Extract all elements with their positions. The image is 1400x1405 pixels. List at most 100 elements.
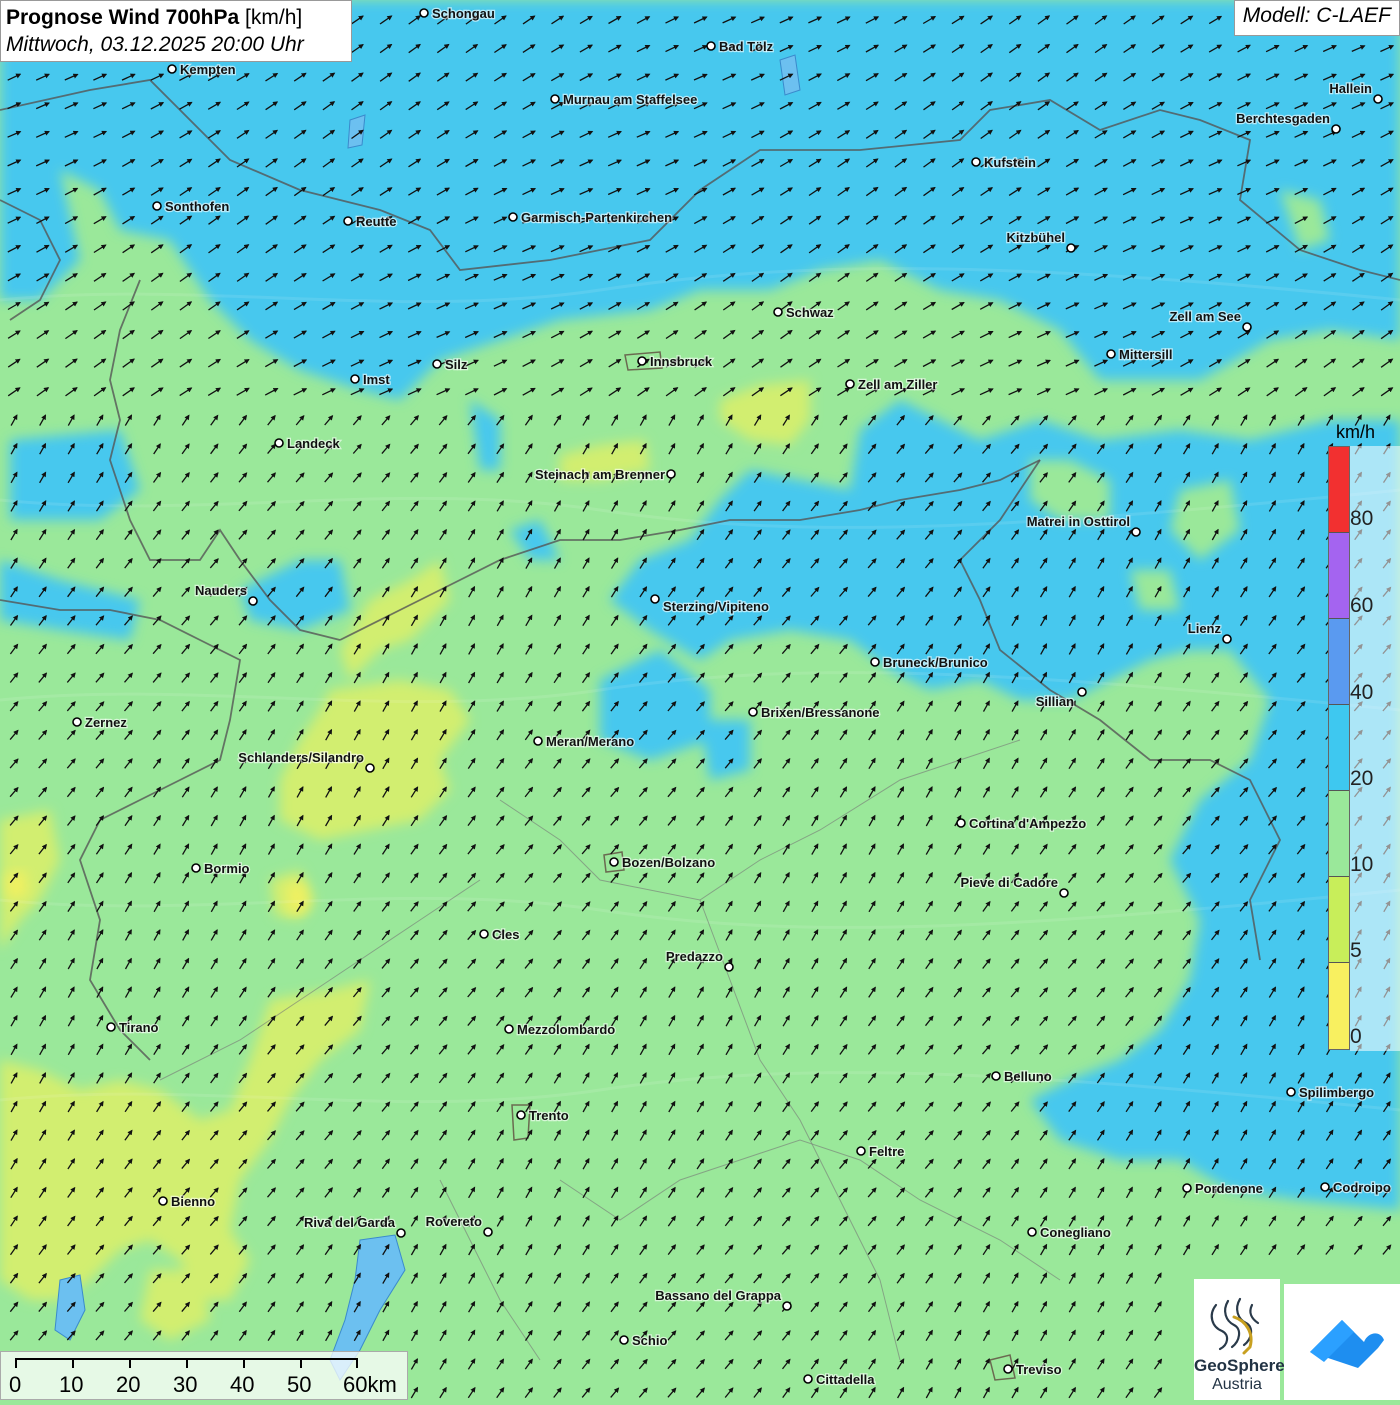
legend-label-20: 20 (1350, 767, 1374, 790)
city-marker (782, 1301, 792, 1311)
city-label: Treviso (1016, 1362, 1062, 1377)
city-label: Sterzing/Vipiteno (663, 599, 769, 614)
legend-swatch-0 (1329, 963, 1349, 1049)
scale-label-20: 20 (116, 1372, 141, 1397)
legend-label-60: 60 (1350, 594, 1374, 617)
city-marker (1242, 322, 1252, 332)
city-spilimbergo: Spilimbergo (1286, 1084, 1375, 1101)
city-garmisch-partenkirchen: Garmisch-Partenkirchen (508, 209, 673, 226)
city-label: Conegliano (1040, 1225, 1111, 1240)
city-label: Nauders (195, 583, 247, 598)
city-marker (191, 863, 201, 873)
app-logo[interactable] (1284, 1284, 1400, 1400)
legend-label-40: 40 (1350, 681, 1374, 704)
city-marker (106, 1022, 116, 1032)
city-label: Cortina d'Ampezzo (969, 816, 1086, 831)
forecast-datetime: Mittwoch, 03.12.2025 20:00 Uhr (6, 33, 304, 56)
scale-tick (15, 1358, 17, 1368)
city-marker (504, 1024, 514, 1034)
scale-tick (129, 1358, 131, 1368)
city-meran-merano: Meran/Merano (533, 733, 635, 750)
city-marker (1066, 243, 1076, 253)
city-marker (1027, 1227, 1037, 1237)
city-cortina-d-ampezzo: Cortina d'Ampezzo (956, 815, 1088, 832)
city-marker (619, 1335, 629, 1345)
city-label: Codroipo (1333, 1180, 1391, 1195)
city-marker (706, 41, 716, 51)
city-label: Trento (529, 1108, 569, 1123)
geosphere-logo[interactable]: GeoSphere Austria (1194, 1279, 1285, 1400)
city-marker (1286, 1087, 1296, 1097)
city-bozen-bolzano: Bozen/Bolzano (609, 854, 716, 871)
city-conegliano: Conegliano (1027, 1224, 1112, 1241)
app-logo-icon (1310, 1320, 1384, 1368)
city-label: Imst (363, 372, 390, 387)
city-marker (343, 216, 353, 226)
scale-tick (243, 1358, 245, 1368)
model-label: Modell: C-LAEF (1233, 0, 1400, 36)
legend-label-80: 80 (1350, 507, 1374, 530)
map-title-box: Prognose Wind 700hPa [km/h] Mittwoch, 03… (0, 0, 352, 62)
city-label: Silz (445, 357, 468, 372)
legend-swatch-60 (1329, 533, 1349, 619)
city-marker (856, 1146, 866, 1156)
legend-label-0: 0 (1350, 1025, 1362, 1048)
city-label: Brixen/Bressanone (761, 705, 880, 720)
geosphere-subtitle: Austria (1212, 1376, 1262, 1393)
city-label: Bienno (171, 1194, 215, 1209)
city-label: Schongau (432, 6, 495, 21)
scale-label-30: 30 (173, 1372, 198, 1397)
geosphere-mark-icon (1210, 1297, 1260, 1355)
city-marker (845, 379, 855, 389)
city-marker (167, 64, 177, 74)
legend-swatch-80 (1329, 447, 1349, 533)
city-marker (609, 857, 619, 867)
city-marker (1320, 1182, 1330, 1192)
city-marker (956, 818, 966, 828)
city-marker (1373, 94, 1383, 104)
city-label: Cles (492, 927, 519, 942)
city-label: Sonthofen (165, 199, 229, 214)
city-innsbruck: Innsbruck (637, 353, 714, 370)
city-label: Spilimbergo (1299, 1085, 1374, 1100)
map-title: Prognose Wind 700hPa [km/h] (6, 6, 303, 29)
city-marker (1077, 687, 1087, 697)
city-marker (516, 1110, 526, 1120)
wind-map: Schongau Bad Tölz Kempten Hallein Murnau am … (0, 0, 1400, 1400)
city-marker (773, 307, 783, 317)
city-marker (1182, 1183, 1192, 1193)
city-mezzolombardo: Mezzolombardo (504, 1021, 617, 1038)
color-legend: km/h 80 60 40 20 10 5 0 (1328, 420, 1400, 1060)
city-brixen-bressanone: Brixen/Bressanone (748, 704, 881, 721)
city-label: Cittadella (816, 1372, 875, 1387)
city-label: Zell am Ziller (858, 377, 937, 392)
scale-bar: 0 10 20 30 40 50 60km (0, 1351, 408, 1400)
city-label: Hallein (1329, 81, 1372, 96)
city-marker (365, 763, 375, 773)
city-marker (1106, 349, 1116, 359)
city-label: Schio (632, 1333, 667, 1348)
city-marker (483, 1227, 493, 1237)
city-label: Rovereto (426, 1214, 482, 1229)
legend-label-10: 10 (1350, 853, 1374, 876)
city-marker (748, 707, 758, 717)
city-marker (72, 717, 82, 727)
city-label: Kempten (180, 62, 236, 77)
city-marker (1331, 124, 1341, 134)
city-marker (1003, 1364, 1013, 1374)
city-steinach-am-brenner: Steinach am Brenner (534, 466, 676, 483)
city-label: Zell am See (1169, 309, 1241, 324)
city-label: Feltre (869, 1144, 904, 1159)
city-label: Lienz (1188, 621, 1222, 636)
scale-label-60km: 60km (343, 1372, 397, 1397)
city-label: Kufstein (984, 155, 1036, 170)
legend-swatch-5 (1329, 877, 1349, 963)
city-label: Sillian (1036, 694, 1074, 709)
legend-unit: km/h (1336, 422, 1376, 442)
city-marker (419, 8, 429, 18)
city-label: Bassano del Grappa (655, 1288, 781, 1303)
city-label: Steinach am Brenner (535, 467, 665, 482)
city-marker (158, 1196, 168, 1206)
city-marker (432, 359, 442, 369)
scale-tick (356, 1358, 358, 1368)
